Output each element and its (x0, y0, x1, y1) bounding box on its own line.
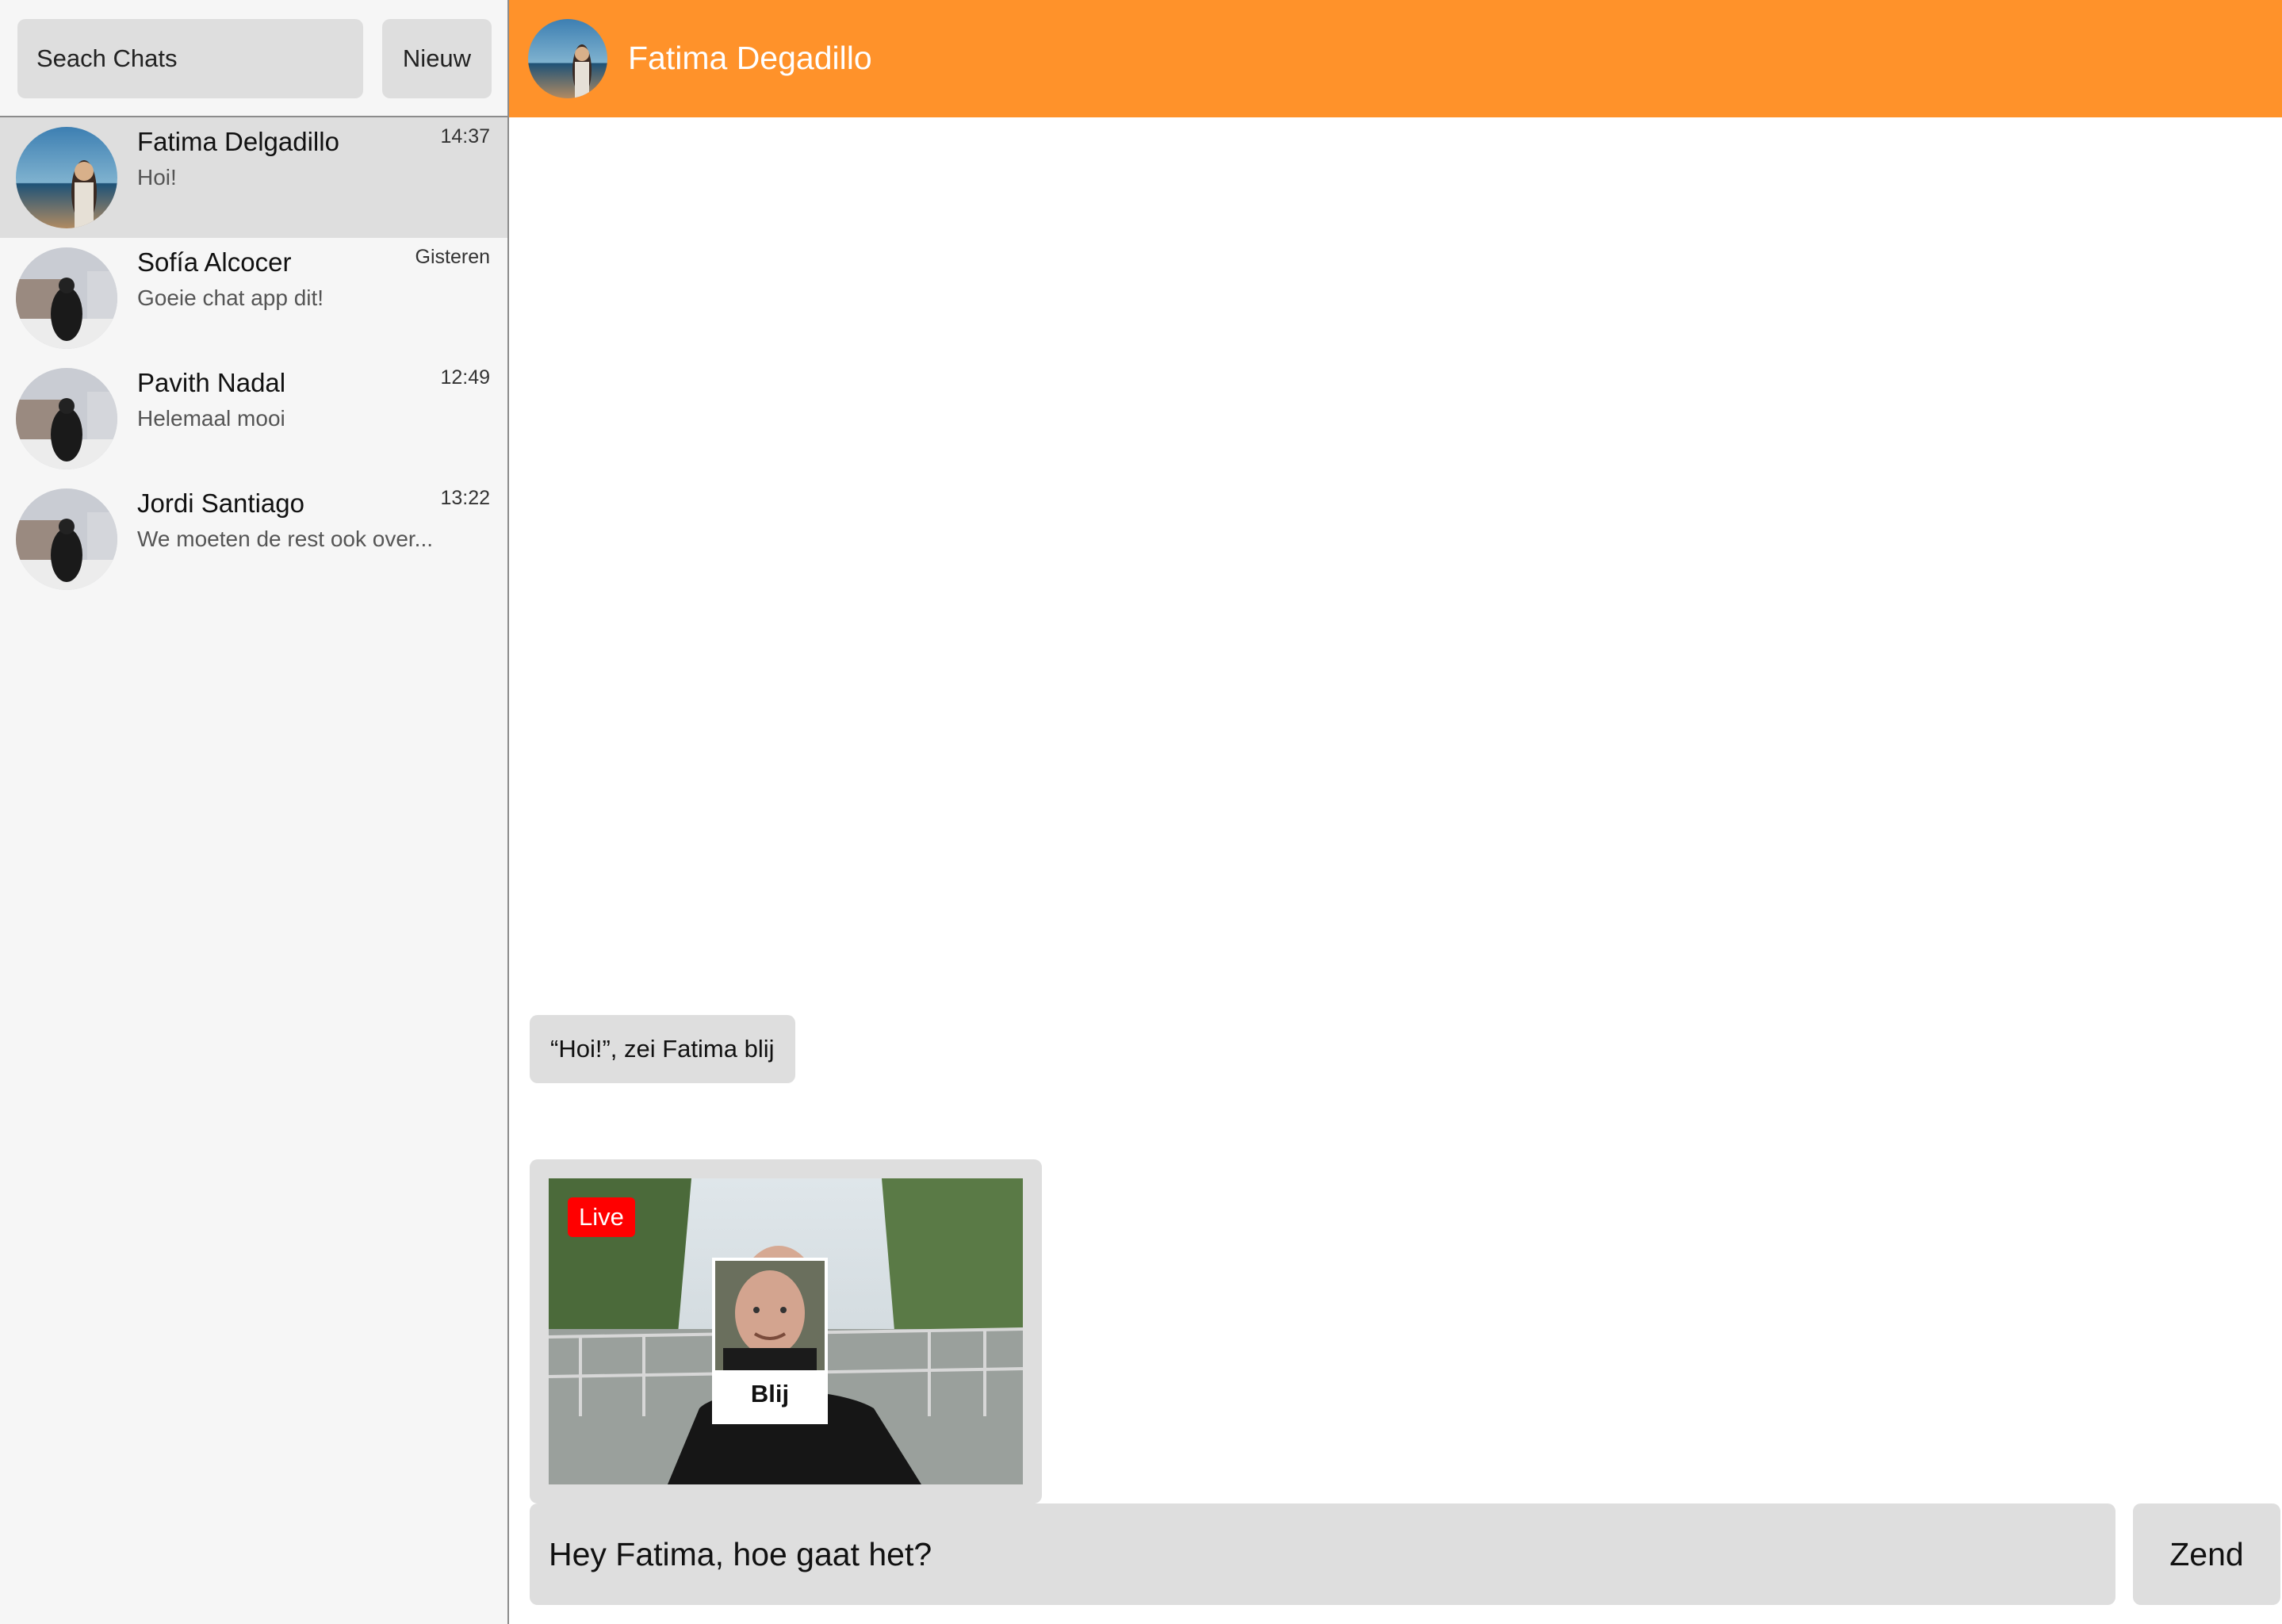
sidebar-toolbar: Seach Chats Nieuw (0, 0, 507, 117)
send-button[interactable]: Zend (2133, 1503, 2280, 1605)
chat-preview: We moeten de rest ook over... (137, 527, 434, 551)
new-chat-button[interactable]: Nieuw (382, 19, 492, 98)
new-chat-button-label: Nieuw (402, 44, 472, 72)
chat-name: Pavith Nadal (137, 368, 286, 397)
chat-name: Sofía Alcocer (137, 247, 292, 277)
avatar (16, 127, 117, 228)
conversation-title: Fatima Degadillo (628, 40, 872, 76)
message-bubble: “Hoi!”, zei Fatima blij (530, 1015, 795, 1083)
chat-name: Fatima Delgadillo (137, 127, 339, 156)
chat-app: Seach Chats Nieuw Fatima Delgadillo Hoi!… (0, 0, 2282, 1624)
sidebar: Seach Chats Nieuw Fatima Delgadillo Hoi!… (0, 0, 509, 1624)
send-button-label: Zend (2169, 1535, 2244, 1572)
conversation-pane: Fatima Degadillo “Hoi!”, zei Fatima blij (509, 0, 2282, 1624)
avatar (16, 488, 117, 590)
chat-preview: Helemaal mooi (137, 406, 285, 431)
chat-list-item[interactable]: Jordi Santiago We moeten de rest ook ove… (0, 479, 507, 599)
chat-time: 14:37 (440, 125, 490, 147)
chat-time: 12:49 (440, 366, 490, 389)
emotion-label: Blij (750, 1380, 790, 1408)
avatar[interactable] (528, 19, 607, 98)
avatar (16, 247, 117, 349)
chat-name: Jordi Santiago (137, 488, 304, 518)
emotion-card: Blij (712, 1258, 828, 1424)
chat-list: Fatima Delgadillo Hoi! 14:37 Sofía Alcoc… (0, 117, 507, 599)
chat-list-item[interactable]: Pavith Nadal Helemaal mooi 12:49 (0, 358, 507, 479)
message-input[interactable]: Hey Fatima, hoe gaat het? (530, 1503, 2115, 1605)
search-chats-input[interactable]: Seach Chats (17, 19, 363, 98)
chat-time: Gisteren (415, 246, 490, 268)
avatar-photo-icon (16, 127, 117, 228)
live-badge-label: Live (579, 1203, 624, 1231)
avatar-photo-icon (16, 247, 117, 349)
avatar-photo-icon (16, 368, 117, 469)
live-badge: Live (568, 1197, 635, 1237)
face-thumbnail (715, 1261, 825, 1370)
face-photo-icon (715, 1261, 825, 1370)
message-input-value: Hey Fatima, hoe gaat het? (549, 1535, 932, 1572)
chat-list-item[interactable]: Fatima Delgadillo Hoi! 14:37 (0, 117, 507, 238)
video-message-bubble: Live Blij (530, 1159, 1042, 1503)
avatar-photo-icon (16, 488, 117, 590)
chat-list-item[interactable]: Sofía Alcocer Goeie chat app dit! Gister… (0, 238, 507, 358)
chat-time: 13:22 (440, 487, 490, 509)
chat-preview: Hoi! (137, 165, 177, 190)
live-video-stream[interactable]: Live Blij (549, 1178, 1023, 1484)
search-placeholder: Seach Chats (36, 44, 178, 72)
chat-preview: Goeie chat app dit! (137, 285, 324, 310)
avatar-photo-icon (528, 19, 607, 98)
conversation-header: Fatima Degadillo (509, 0, 2282, 117)
avatar (16, 368, 117, 469)
message-text: “Hoi!”, zei Fatima blij (550, 1035, 775, 1063)
